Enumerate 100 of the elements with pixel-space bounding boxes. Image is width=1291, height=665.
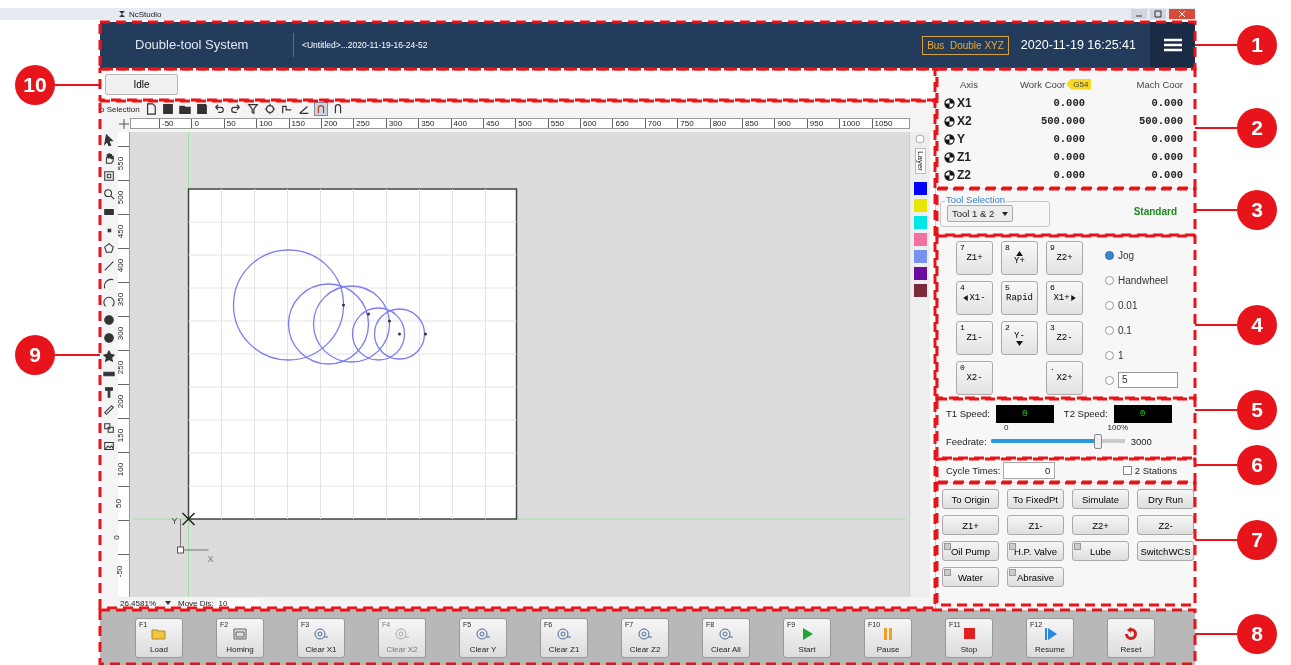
new-file-icon[interactable]: [144, 103, 157, 115]
radio-label: 1: [1118, 349, 1124, 361]
radio-button[interactable]: [1105, 375, 1114, 385]
horseshoe-icon[interactable]: [314, 103, 327, 115]
action-button[interactable]: Simulate: [1072, 489, 1129, 510]
filter-icon[interactable]: [246, 103, 259, 115]
layer-swatch[interactable]: [913, 233, 927, 246]
pointer-icon[interactable]: [103, 134, 115, 146]
minimize-button[interactable]: [1131, 9, 1147, 19]
text-tool-icon[interactable]: [103, 386, 115, 398]
jog-key[interactable]: 0 X2-: [956, 361, 993, 396]
jog-key[interactable]: 1 Z1-: [956, 321, 993, 356]
folder-icon[interactable]: [178, 103, 191, 115]
action-button[interactable]: Oil Pump: [942, 541, 999, 562]
star-icon[interactable]: [103, 350, 115, 362]
axis-label: Y: [171, 516, 178, 526]
maximize-button[interactable]: [1150, 9, 1166, 19]
measure-icon[interactable]: [103, 404, 115, 416]
layer-swatch[interactable]: [913, 284, 927, 297]
action-button[interactable]: Z1+: [942, 515, 999, 536]
tool-dropdown[interactable]: Tool 1 & 2: [947, 205, 1014, 223]
layer-swatch[interactable]: [913, 199, 927, 212]
layer-title: Layer: [914, 148, 926, 174]
system-name: Double-tool System: [135, 33, 294, 57]
column-header: Mach Coor: [1136, 78, 1183, 90]
jog-key[interactable]: . X2+: [1046, 361, 1083, 396]
callout-number: 1: [1237, 25, 1277, 65]
jog-key[interactable]: 7 Z1+: [956, 241, 993, 276]
layer-swatch[interactable]: [913, 216, 927, 229]
gear-icon[interactable]: [263, 103, 276, 115]
node-box-icon[interactable]: [103, 170, 115, 182]
ruler-label: 900: [774, 119, 807, 128]
redo-icon[interactable]: [229, 103, 242, 115]
menu-button[interactable]: [1150, 22, 1195, 68]
node-icon[interactable]: [280, 103, 293, 115]
save-icon[interactable]: [195, 103, 208, 115]
jog-key[interactable]: 5 Rapid: [1001, 281, 1038, 316]
action-button[interactable]: To Origin: [942, 489, 999, 510]
layer-swatch[interactable]: [913, 267, 927, 280]
jog-key[interactable]: 3 Z2-: [1046, 321, 1083, 356]
scale-label: 100%: [1107, 422, 1128, 432]
column-header: Axis: [960, 78, 979, 90]
action-button[interactable]: SwitchWCS: [1137, 541, 1194, 562]
angle-icon[interactable]: [297, 103, 310, 115]
work-coordinate: 0.000: [1052, 133, 1085, 145]
jog-key[interactable]: 8 Y+: [1001, 241, 1038, 276]
action-button[interactable]: Z2+: [1072, 515, 1129, 536]
caret-icon: [165, 601, 171, 605]
radio-label: 0.01: [1118, 299, 1138, 311]
radio-button[interactable]: [1105, 350, 1114, 360]
layer-swatch[interactable]: [913, 182, 927, 195]
radio-button[interactable]: [1105, 250, 1114, 260]
group-icon[interactable]: [103, 422, 115, 434]
ruler-label: 150: [116, 428, 126, 443]
hand-icon[interactable]: [103, 152, 115, 164]
speed-label: T1 Speed:: [946, 408, 990, 420]
close-button[interactable]: [1169, 9, 1195, 19]
action-button[interactable]: Z1-: [1007, 515, 1064, 536]
polygon-icon[interactable]: [103, 242, 115, 254]
cycle-times-field[interactable]: 0: [1003, 462, 1056, 479]
leader-line: [1194, 324, 1238, 326]
radio-button[interactable]: [1105, 300, 1114, 310]
layer-swatch[interactable]: [913, 250, 927, 263]
machine-coordinate: 0.000: [1150, 97, 1183, 109]
zoom-dropdown[interactable]: 26.4581%: [120, 598, 162, 608]
radio-button[interactable]: [1105, 325, 1114, 335]
action-button[interactable]: Abrasive: [1007, 567, 1064, 588]
action-button[interactable]: H.P. Valve: [1007, 541, 1064, 562]
jog-key[interactable]: 6 X1+: [1046, 281, 1083, 316]
ruler-label: 200: [320, 119, 354, 128]
left-arrow-icon: [963, 295, 969, 302]
arc-icon[interactable]: [103, 278, 115, 290]
status-button[interactable]: Idle: [105, 73, 178, 95]
image-icon[interactable]: [103, 440, 115, 452]
function-button[interactable]: Reset: [1107, 617, 1155, 658]
action-button[interactable]: Dry Run: [1137, 489, 1194, 510]
move-distance-field[interactable]: 10: [216, 598, 259, 608]
undo-icon[interactable]: [212, 103, 225, 115]
line-icon[interactable]: [103, 260, 115, 272]
drawing-canvas[interactable]: Y X: [130, 132, 909, 597]
leader-line: [1194, 409, 1238, 411]
radio-button[interactable]: [1105, 275, 1114, 285]
rectangle-icon[interactable]: [103, 206, 115, 218]
jog-key[interactable]: 4 X1-: [956, 281, 993, 316]
target-icon: [718, 626, 734, 641]
action-button[interactable]: To FixedPt: [1007, 489, 1064, 510]
ruler-label: 350: [418, 119, 451, 128]
radio-label: Handwheel: [1118, 274, 1169, 286]
step-input-field[interactable]: 5: [1118, 372, 1178, 389]
stations-checkbox[interactable]: [1122, 466, 1132, 475]
arc-icon[interactable]: [103, 296, 115, 308]
action-button[interactable]: Z2-: [1137, 515, 1194, 536]
action-button[interactable]: Lube: [1072, 541, 1129, 562]
slider-thumb[interactable]: [1093, 433, 1102, 449]
jog-key[interactable]: 9 Z2+: [1046, 241, 1083, 276]
axis-name: Y: [957, 132, 966, 146]
jog-key[interactable]: 2 Y-: [1001, 321, 1038, 356]
zoom-icon[interactable]: [103, 188, 115, 200]
action-button[interactable]: Water: [942, 567, 999, 588]
document-icon[interactable]: [161, 103, 174, 115]
